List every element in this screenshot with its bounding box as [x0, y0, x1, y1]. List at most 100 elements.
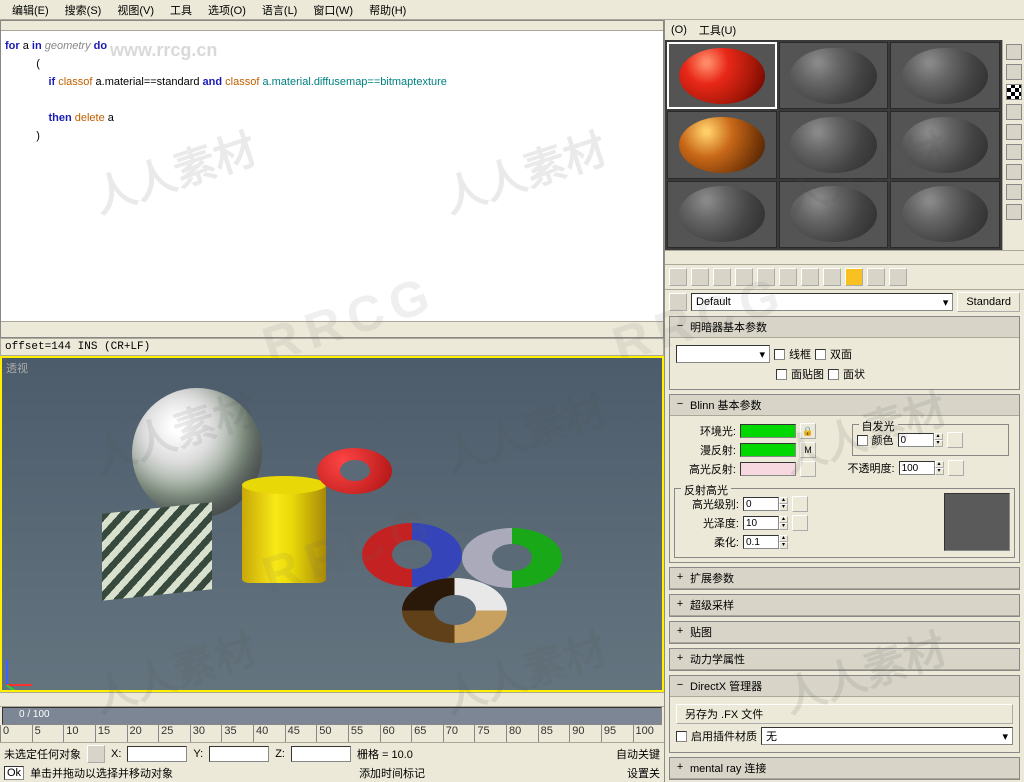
- gloss-map-button[interactable]: [792, 515, 808, 531]
- material-slot-9[interactable]: [890, 181, 1000, 248]
- sample-type-icon[interactable]: [1006, 44, 1022, 60]
- spin-down-icon[interactable]: ▾: [935, 468, 944, 475]
- spin-up-icon[interactable]: ▴: [935, 461, 944, 468]
- material-slot-2[interactable]: [779, 42, 889, 109]
- material-type-button[interactable]: Standard: [957, 292, 1020, 312]
- viewport-hscroll[interactable]: [0, 692, 664, 706]
- spin-up-icon[interactable]: ▴: [779, 516, 788, 523]
- menu-tools[interactable]: 工具: [162, 0, 200, 20]
- enable-plugin-checkbox[interactable]: [676, 731, 687, 742]
- menu-search[interactable]: 搜索(S): [57, 0, 110, 20]
- specular-map-button[interactable]: [800, 461, 816, 477]
- spec-level-spinner[interactable]: ▴▾: [743, 497, 788, 511]
- diffuse-swatch[interactable]: [740, 443, 796, 457]
- autokey-button[interactable]: 自动关键: [616, 746, 660, 762]
- material-slot-8[interactable]: [779, 181, 889, 248]
- mat-id-icon[interactable]: [823, 268, 841, 286]
- spin-down-icon[interactable]: ▾: [779, 542, 788, 549]
- spin-up-icon[interactable]: ▴: [779, 497, 788, 504]
- background-icon[interactable]: [1006, 84, 1022, 100]
- ambient-lock-icon[interactable]: 🔒: [800, 423, 816, 439]
- get-material-icon[interactable]: [669, 268, 687, 286]
- facemap-checkbox[interactable]: [776, 369, 787, 380]
- spin-down-icon[interactable]: ▾: [779, 504, 788, 511]
- faceted-checkbox[interactable]: [828, 369, 839, 380]
- make-unique-icon[interactable]: [779, 268, 797, 286]
- time-ruler[interactable]: 0510152025303540455055606570758085909510…: [0, 725, 664, 742]
- setkey-button[interactable]: 设置关: [627, 765, 660, 781]
- make-copy-icon[interactable]: [757, 268, 775, 286]
- menu-edit[interactable]: 编辑(E): [4, 0, 57, 20]
- menu-language[interactable]: 语言(L): [254, 0, 305, 20]
- rollout-hdr-supersample[interactable]: 超级采样: [670, 595, 1019, 616]
- material-slot-4[interactable]: [667, 111, 777, 178]
- ambient-swatch[interactable]: [740, 424, 796, 438]
- material-slot-6[interactable]: [890, 111, 1000, 178]
- save-fx-button[interactable]: 另存为 .FX 文件: [676, 704, 1013, 724]
- rollout-hdr-blinn[interactable]: Blinn 基本参数: [670, 395, 1019, 416]
- si-map-button[interactable]: [947, 432, 963, 448]
- mat-hscroll[interactable]: [665, 250, 1024, 264]
- two-sided-checkbox[interactable]: [815, 349, 826, 360]
- gloss-input[interactable]: [743, 516, 779, 530]
- show-end-icon[interactable]: [867, 268, 885, 286]
- select-by-mat-icon[interactable]: [1006, 184, 1022, 200]
- menu-view[interactable]: 视图(V): [109, 0, 162, 20]
- spec-level-map-button[interactable]: [792, 496, 808, 512]
- material-slot-5[interactable]: [779, 111, 889, 178]
- opacity-map-button[interactable]: [948, 460, 964, 476]
- rollout-hdr-directx[interactable]: DirectX 管理器: [670, 676, 1019, 697]
- si-color-checkbox[interactable]: [857, 435, 868, 446]
- rollout-hdr-shader[interactable]: 明暗器基本参数: [670, 317, 1019, 338]
- put-to-lib-icon[interactable]: [801, 268, 819, 286]
- plugin-dropdown[interactable]: 无▾: [761, 727, 1013, 745]
- soften-input[interactable]: [743, 535, 779, 549]
- spin-up-icon[interactable]: ▴: [934, 433, 943, 440]
- specular-swatch[interactable]: [740, 462, 796, 476]
- video-check-icon[interactable]: [1006, 124, 1022, 140]
- pick-icon[interactable]: [669, 293, 687, 311]
- mat-menu-tools[interactable]: 工具(U): [699, 22, 736, 38]
- si-color-input[interactable]: [898, 433, 934, 447]
- code-area[interactable]: for a in geometry do ( if classof a.mate…: [1, 31, 663, 151]
- add-time-marker[interactable]: 添加时间标记: [359, 765, 425, 781]
- material-name-combo[interactable]: Default▾: [691, 293, 953, 311]
- material-slot-1[interactable]: [667, 42, 777, 109]
- opacity-spinner[interactable]: ▴▾: [899, 461, 944, 475]
- rollout-hdr-extended[interactable]: 扩展参数: [670, 568, 1019, 589]
- spin-down-icon[interactable]: ▾: [934, 440, 943, 447]
- diffuse-map-button[interactable]: M: [800, 442, 816, 458]
- mat-map-nav-icon[interactable]: [1006, 204, 1022, 220]
- x-input[interactable]: [127, 746, 187, 762]
- material-slot-3[interactable]: [890, 42, 1000, 109]
- gloss-spinner[interactable]: ▴▾: [743, 516, 788, 530]
- backlight-icon[interactable]: [1006, 64, 1022, 80]
- sample-uv-icon[interactable]: [1006, 104, 1022, 120]
- options-icon[interactable]: [1006, 164, 1022, 180]
- opacity-input[interactable]: [899, 461, 935, 475]
- soften-spinner[interactable]: ▴▾: [743, 535, 788, 549]
- si-color-spinner[interactable]: ▴▾: [898, 433, 943, 447]
- z-input[interactable]: [291, 746, 351, 762]
- assign-icon[interactable]: [713, 268, 731, 286]
- mat-menu-o[interactable]: (O): [671, 24, 687, 36]
- menu-help[interactable]: 帮助(H): [361, 0, 414, 20]
- object-torus-green[interactable]: [462, 528, 562, 588]
- script-editor[interactable]: for a in geometry do ( if classof a.mate…: [0, 20, 664, 338]
- rollout-hdr-dynamics[interactable]: 动力学属性: [670, 649, 1019, 670]
- wireframe-checkbox[interactable]: [774, 349, 785, 360]
- shader-dropdown[interactable]: ▾: [676, 345, 770, 363]
- make-preview-icon[interactable]: [1006, 144, 1022, 160]
- y-input[interactable]: [209, 746, 269, 762]
- spin-up-icon[interactable]: ▴: [779, 535, 788, 542]
- editor-hscroll[interactable]: [1, 321, 663, 337]
- viewport-perspective[interactable]: 透视: [0, 356, 664, 692]
- menu-options[interactable]: 选项(O): [200, 0, 254, 20]
- lock-icon[interactable]: [87, 745, 105, 763]
- object-cylinder[interactable]: [242, 483, 326, 583]
- reset-icon[interactable]: [735, 268, 753, 286]
- spin-down-icon[interactable]: ▾: [779, 523, 788, 530]
- menu-window[interactable]: 窗口(W): [305, 0, 361, 20]
- object-box[interactable]: [102, 502, 212, 601]
- time-slider[interactable]: [2, 707, 662, 725]
